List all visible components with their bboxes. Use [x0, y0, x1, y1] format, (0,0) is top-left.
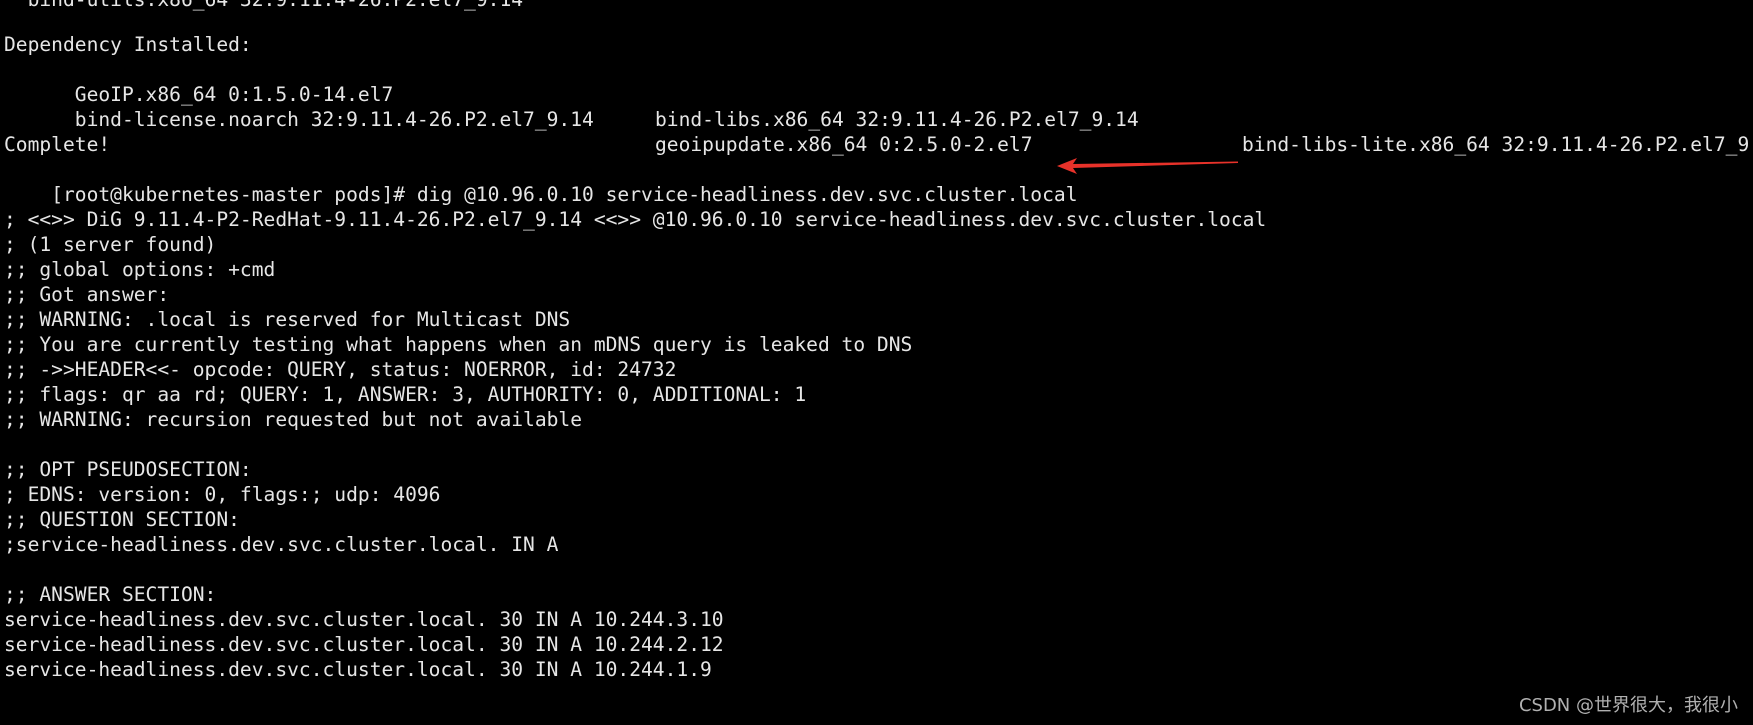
- answer-section-header: ;; ANSWER SECTION:: [4, 583, 217, 606]
- complete-message: Complete!: [4, 133, 111, 156]
- terminal-window[interactable]: bind-utils.x86_64 32:9.11.4-26.P2.el7_9.…: [0, 0, 1753, 725]
- got-answer: ;; Got answer:: [4, 283, 170, 306]
- deps-row-2: bind-license.noarch 32:9.11.4-26.P2.el7_…: [4, 82, 1204, 156]
- question-record: ;service-headliness.dev.svc.cluster.loca…: [4, 533, 559, 556]
- dig-banner: ; <<>> DiG 9.11.4-P2-RedHat-9.11.4-26.P2…: [4, 208, 1267, 231]
- dns-flags: ;; flags: qr aa rd; QUERY: 1, ANSWER: 3,…: [4, 383, 807, 406]
- warning-recursion: ;; WARNING: recursion requested but not …: [4, 408, 583, 431]
- dns-header: ;; ->>HEADER<<- opcode: QUERY, status: N…: [4, 358, 677, 381]
- server-found: ; (1 server found): [4, 233, 217, 256]
- csdn-watermark: CSDN @世界很大，我很小: [1518, 695, 1738, 716]
- opt-pseudosection: ;; OPT PSEUDOSECTION:: [4, 458, 252, 481]
- answer-record: service-headliness.dev.svc.cluster.local…: [4, 658, 712, 681]
- dig-command: dig @10.96.0.10 service-headliness.dev.s…: [416, 183, 1078, 206]
- answer-record: service-headliness.dev.svc.cluster.local…: [4, 633, 724, 656]
- dep-bind-libs-lite: bind-libs-lite.x86_64 32:9.11.4-26.P2.el…: [1242, 133, 1753, 156]
- red-arrow-icon: [1057, 158, 1238, 174]
- warning-mdns: ;; You are currently testing what happen…: [4, 333, 913, 356]
- terminal-line-cut: bind-utils.x86_64 32:9.11.4-26.P2.el7_9.…: [4, 0, 523, 12]
- deps-row-1: GeoIP.x86_64 0:1.5.0-14.el7 bind-libs.x8…: [4, 57, 1753, 156]
- shell-prompt: [root@kubernetes-master pods]#: [51, 183, 417, 206]
- edns-info: ; EDNS: version: 0, flags:; udp: 4096: [4, 483, 441, 506]
- dep-bind-libs: bind-libs.x86_64 32:9.11.4-26.P2.el7_9.1…: [655, 108, 1139, 131]
- dep-geoipupdate: geoipupdate.x86_64 0:2.5.0-2.el7: [655, 133, 1033, 156]
- dep-bind-license: bind-license.noarch 32:9.11.4-26.P2.el7_…: [51, 108, 594, 131]
- global-options: ;; global options: +cmd: [4, 258, 276, 281]
- answer-record: service-headliness.dev.svc.cluster.local…: [4, 608, 724, 631]
- question-section-header: ;; QUESTION SECTION:: [4, 508, 240, 531]
- command-line: [root@kubernetes-master pods]# dig @10.9…: [4, 157, 1077, 206]
- warning-local: ;; WARNING: .local is reserved for Multi…: [4, 308, 571, 331]
- dependency-header: Dependency Installed:: [4, 33, 252, 56]
